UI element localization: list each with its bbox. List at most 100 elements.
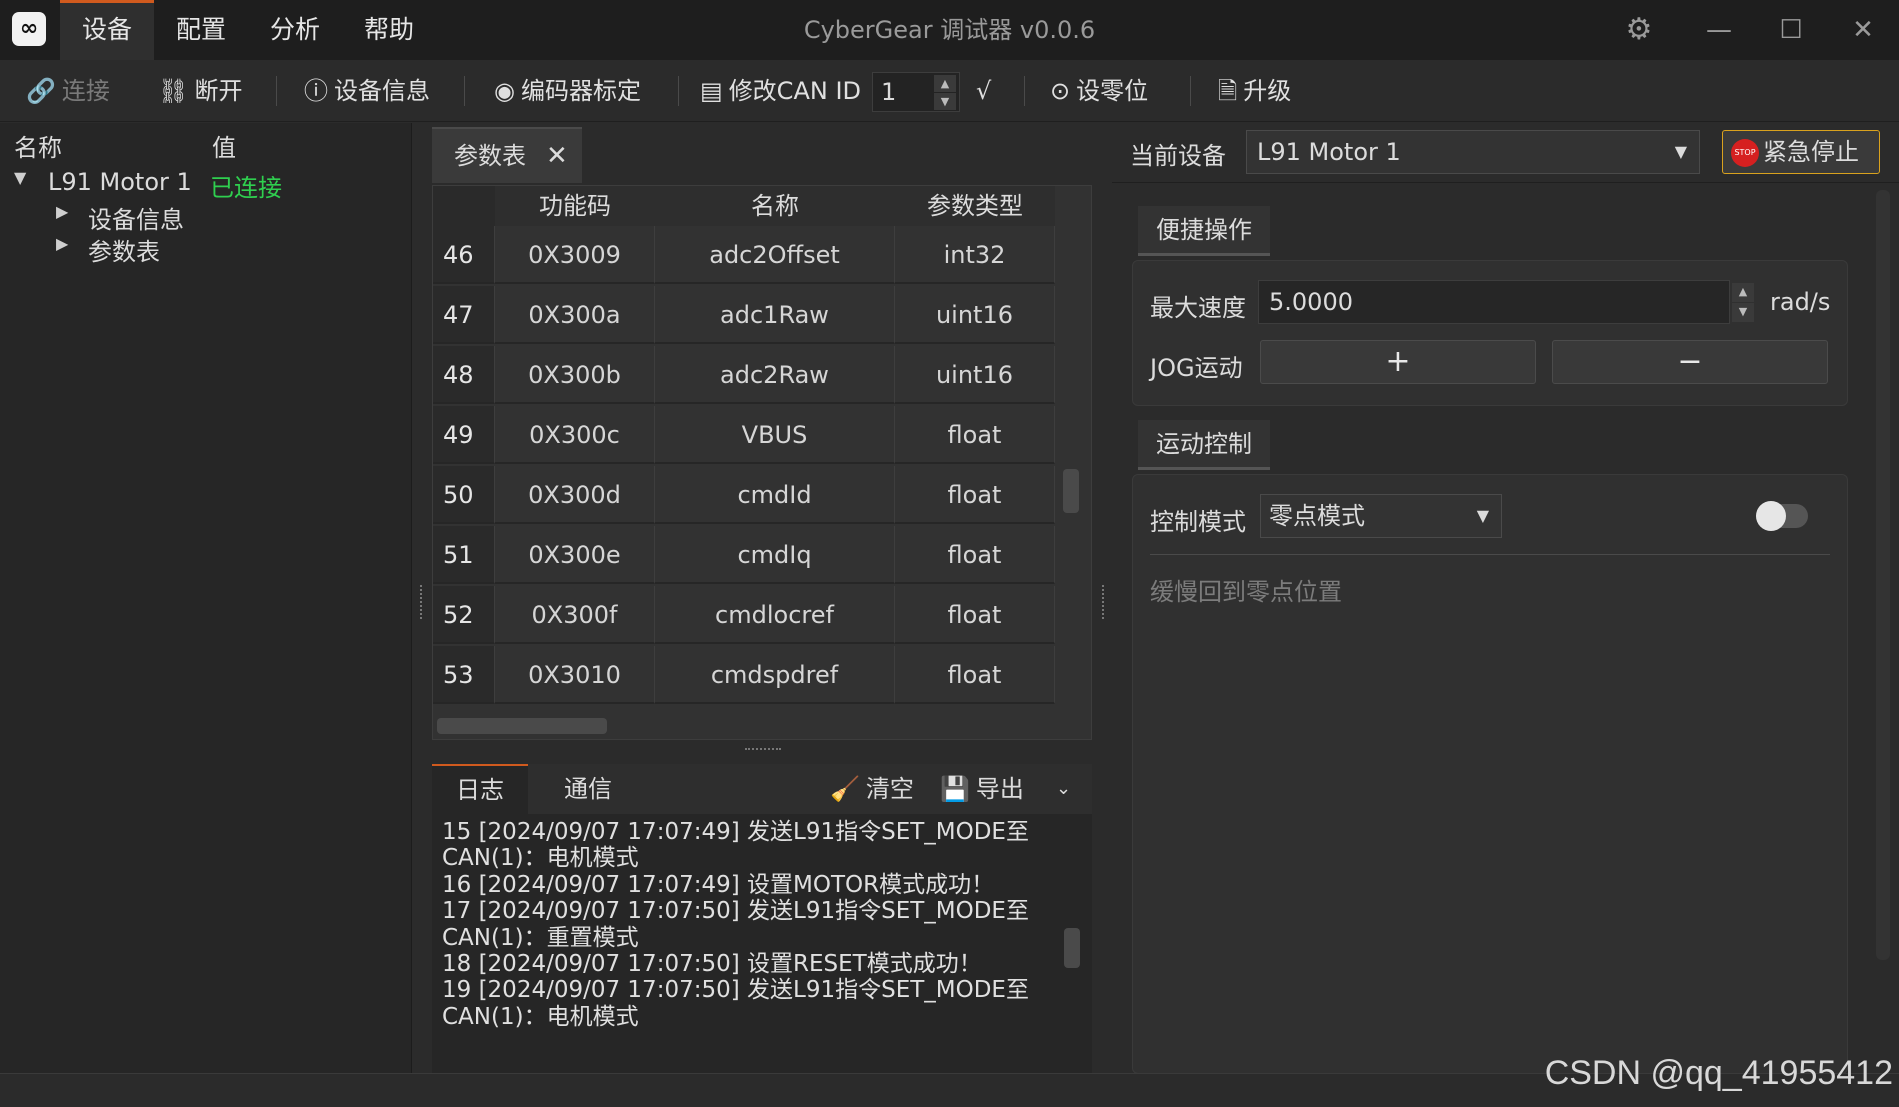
target-icon: ◉: [494, 77, 515, 105]
collapsed-arrow-icon[interactable]: ▶: [56, 202, 68, 221]
cell-name: cmdId: [655, 466, 895, 524]
tree-item-device-info[interactable]: 设备信息: [88, 200, 184, 235]
tree-item-param-table[interactable]: 参数表: [88, 232, 160, 267]
table-row[interactable]: 51 0X300e cmdIq float: [433, 526, 1055, 586]
table-row[interactable]: 48 0X300b adc2Raw uint16: [433, 346, 1055, 406]
column-header-type[interactable]: 参数类型: [895, 186, 1055, 226]
cell-name: VBUS: [655, 406, 895, 464]
disconnect-button[interactable]: ⛓ 断开: [158, 60, 242, 122]
current-device-label: 当前设备: [1130, 142, 1226, 170]
info-icon: ⓘ: [304, 77, 328, 105]
cell-type: float: [895, 466, 1055, 524]
cell-type: float: [895, 586, 1055, 644]
motor-enable-toggle[interactable]: [1756, 501, 1808, 531]
splitter-handle[interactable]: [745, 748, 781, 752]
spin-up-icon[interactable]: ▲: [1732, 283, 1754, 302]
control-mode-select[interactable]: 零点模式 ▼: [1260, 494, 1502, 538]
encoder-calibration-button[interactable]: ◉ 编码器标定: [494, 60, 641, 122]
device-info-label: 设备信息: [334, 77, 430, 105]
menu-analysis[interactable]: 分析: [248, 0, 342, 60]
table-horizontal-scrollbar[interactable]: [437, 718, 607, 734]
row-index: 48: [433, 346, 495, 404]
broom-icon: 🧹: [830, 775, 860, 803]
tab-param-table[interactable]: 参数表 ✕: [432, 127, 582, 183]
jog-minus-button[interactable]: −: [1552, 340, 1828, 384]
table-row[interactable]: 50 0X300d cmdId float: [433, 466, 1055, 526]
unlink-icon: ⛓: [158, 77, 189, 105]
expanded-arrow-icon[interactable]: ▼: [14, 168, 26, 187]
zero-target-icon: ⊙: [1050, 77, 1071, 105]
table-row[interactable]: 47 0X300a adc1Raw uint16: [433, 286, 1055, 346]
connect-label: 连接: [61, 77, 110, 105]
row-index: 47: [433, 286, 495, 344]
collapsed-arrow-icon[interactable]: ▶: [56, 234, 68, 253]
menu-config[interactable]: 配置: [154, 0, 248, 60]
settings-gear-icon[interactable]: ⚙: [1619, 10, 1659, 50]
cell-type: float: [895, 406, 1055, 464]
clear-log-label: 清空: [865, 775, 914, 803]
tab-log[interactable]: 日志: [432, 764, 528, 814]
cell-code: 0X300e: [495, 526, 655, 584]
close-tab-icon[interactable]: ✕: [546, 141, 568, 171]
tab-quick-ops[interactable]: 便捷操作: [1138, 206, 1270, 256]
spin-down-icon[interactable]: ▼: [934, 93, 956, 110]
cell-name: adc2Raw: [655, 346, 895, 404]
clear-log-button[interactable]: 🧹 清空: [830, 764, 914, 814]
upgrade-file-icon: 🗎: [1218, 77, 1238, 105]
table-row[interactable]: 46 0X3009 adc2Offset int32: [433, 226, 1055, 286]
cell-type: uint16: [895, 286, 1055, 344]
cell-name: adc2Offset: [655, 226, 895, 284]
close-icon[interactable]: ✕: [1843, 10, 1883, 50]
connect-button[interactable]: 🔗 连接: [26, 60, 110, 122]
jog-label: JOG运动: [1150, 354, 1243, 382]
link-logo-icon: ∞: [12, 12, 46, 46]
upgrade-button[interactable]: 🗎 升级: [1218, 60, 1291, 122]
confirm-can-id-button[interactable]: √: [976, 60, 991, 122]
menu-help[interactable]: 帮助: [342, 0, 436, 60]
export-log-button[interactable]: 💾 导出: [940, 764, 1024, 814]
tree-device-node[interactable]: L91 Motor 1: [48, 168, 192, 196]
splitter-handle[interactable]: [420, 585, 424, 619]
table-row[interactable]: 52 0X300f cmdlocref float: [433, 586, 1055, 646]
cell-type: uint16: [895, 346, 1055, 404]
spin-down-icon[interactable]: ▼: [1732, 303, 1754, 322]
emergency-stop-button[interactable]: STOP 紧急停止: [1722, 130, 1880, 174]
tab-communication[interactable]: 通信: [540, 764, 636, 814]
column-header-code[interactable]: 功能码: [495, 186, 655, 226]
splitter-handle[interactable]: [1102, 585, 1106, 619]
menu-device[interactable]: 设备: [60, 0, 155, 60]
right-panel-scrollbar[interactable]: [1876, 190, 1890, 960]
cell-code: 0X300c: [495, 406, 655, 464]
table-row[interactable]: 49 0X300c VBUS float: [433, 406, 1055, 466]
row-index: 52: [433, 586, 495, 644]
column-header-name[interactable]: 名称: [655, 186, 895, 226]
set-zero-label: 设零位: [1076, 77, 1149, 105]
log-scrollbar[interactable]: [1064, 928, 1080, 968]
toolbar-divider: [464, 76, 465, 106]
max-speed-value: 5.0000: [1269, 288, 1353, 316]
can-id-value: 1: [881, 78, 897, 106]
spin-up-icon[interactable]: ▲: [934, 75, 956, 92]
chevron-down-icon[interactable]: ⌄: [1056, 764, 1071, 814]
modify-can-id-label: ▤ 修改CAN ID: [700, 60, 861, 122]
table-vertical-scrollbar[interactable]: [1063, 469, 1079, 513]
max-speed-input[interactable]: 5.0000: [1258, 280, 1730, 324]
jog-plus-button[interactable]: +: [1260, 340, 1536, 384]
maximize-icon[interactable]: ☐: [1771, 10, 1811, 50]
table-row[interactable]: 53 0X3010 cmdspdref float: [433, 646, 1055, 706]
cell-name: cmdIq: [655, 526, 895, 584]
current-device-select[interactable]: L91 Motor 1 ▼: [1246, 130, 1700, 174]
row-index: 46: [433, 226, 495, 284]
upgrade-label: 升级: [1243, 77, 1292, 105]
log-output: 15 [2024/09/07 17:07:49] 发送L91指令SET_MODE…: [432, 814, 1092, 1073]
set-zero-button[interactable]: ⊙ 设零位: [1050, 60, 1148, 122]
watermark: CSDN @qq_41955412: [1544, 1054, 1893, 1092]
minimize-icon[interactable]: —: [1699, 10, 1739, 50]
toolbar-divider: [276, 76, 277, 106]
dropdown-arrow-icon: ▼: [1476, 506, 1489, 525]
device-info-button[interactable]: ⓘ 设备信息: [304, 60, 430, 122]
tab-motion-control[interactable]: 运动控制: [1138, 420, 1270, 470]
tree-header-value: 值: [212, 134, 236, 162]
cell-code: 0X300a: [495, 286, 655, 344]
toolbar-divider: [1024, 76, 1025, 106]
